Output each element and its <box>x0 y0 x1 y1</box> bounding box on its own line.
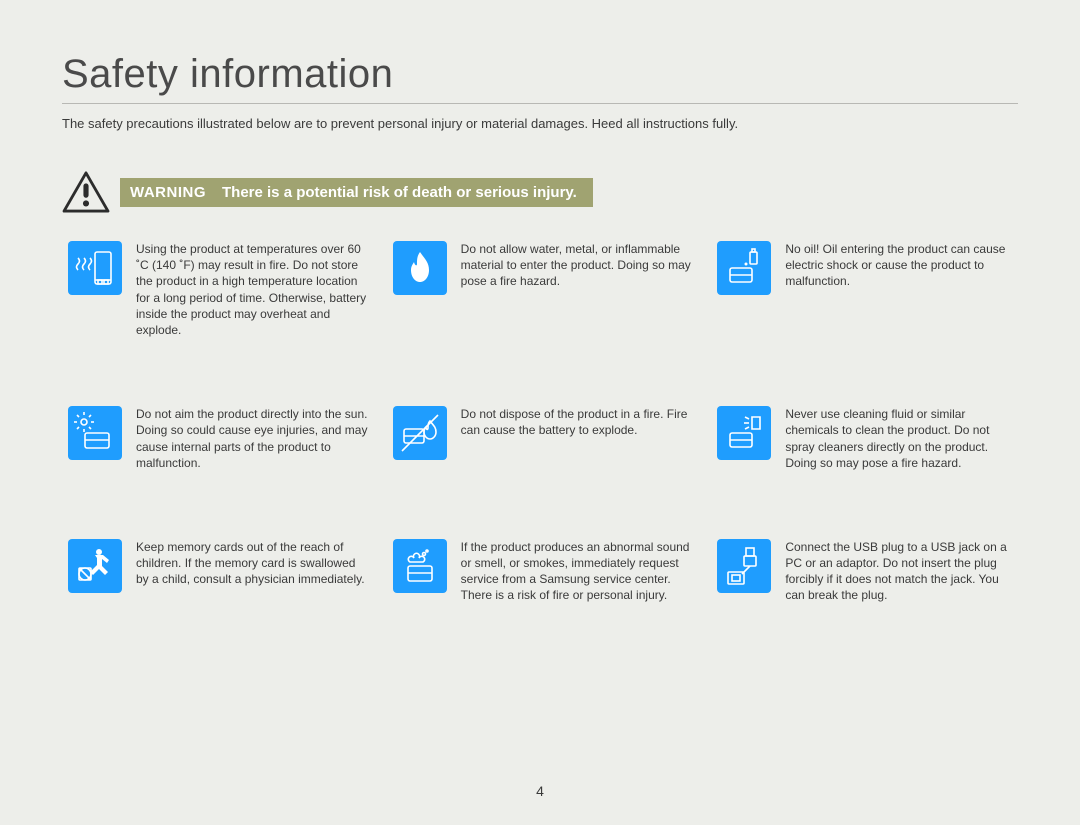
warning-label: WARNING <box>130 184 206 201</box>
warning-text: There is a potential risk of death or se… <box>222 184 577 201</box>
safety-item: Do not aim the product directly into the… <box>68 406 369 471</box>
safety-text: Keep memory cards out of the reach of ch… <box>136 539 368 588</box>
safety-text: Do not aim the product directly into the… <box>136 406 368 471</box>
no-fire-icon <box>393 406 447 460</box>
safety-text: Never use cleaning fluid or similar chem… <box>785 406 1017 471</box>
safety-text: Connect the USB plug to a USB jack on a … <box>785 539 1017 604</box>
safety-text: If the product produces an abnormal soun… <box>461 539 693 604</box>
child-hazard-icon <box>68 539 122 593</box>
intro-text: The safety precautions illustrated below… <box>62 116 1018 131</box>
safety-text: Do not allow water, metal, or inflammabl… <box>461 241 693 290</box>
safety-item: Never use cleaning fluid or similar chem… <box>717 406 1018 471</box>
safety-item: Keep memory cards out of the reach of ch… <box>68 539 369 604</box>
heat-icon <box>68 241 122 295</box>
safety-item: Do not dispose of the product in a fire.… <box>393 406 694 471</box>
hazard-icon <box>62 171 110 213</box>
safety-text: Using the product at temperatures over 6… <box>136 241 368 338</box>
safety-text: No oil! Oil entering the product can cau… <box>785 241 1017 290</box>
flame-icon <box>393 241 447 295</box>
page-title: Safety information <box>62 52 1018 104</box>
no-spray-icon <box>717 406 771 460</box>
sun-icon <box>68 406 122 460</box>
usb-icon <box>717 539 771 593</box>
safety-item: No oil! Oil entering the product can cau… <box>717 241 1018 338</box>
no-oil-icon <box>717 241 771 295</box>
safety-grid: Using the product at temperatures over 6… <box>62 241 1018 604</box>
safety-item: Connect the USB plug to a USB jack on a … <box>717 539 1018 604</box>
safety-item: If the product produces an abnormal soun… <box>393 539 694 604</box>
smoke-icon <box>393 539 447 593</box>
safety-text: Do not dispose of the product in a fire.… <box>461 406 693 438</box>
page-number: 4 <box>0 783 1080 799</box>
safety-item: Using the product at temperatures over 6… <box>68 241 369 338</box>
warning-banner: WARNING There is a potential risk of dea… <box>62 171 1018 213</box>
safety-item: Do not allow water, metal, or inflammabl… <box>393 241 694 338</box>
